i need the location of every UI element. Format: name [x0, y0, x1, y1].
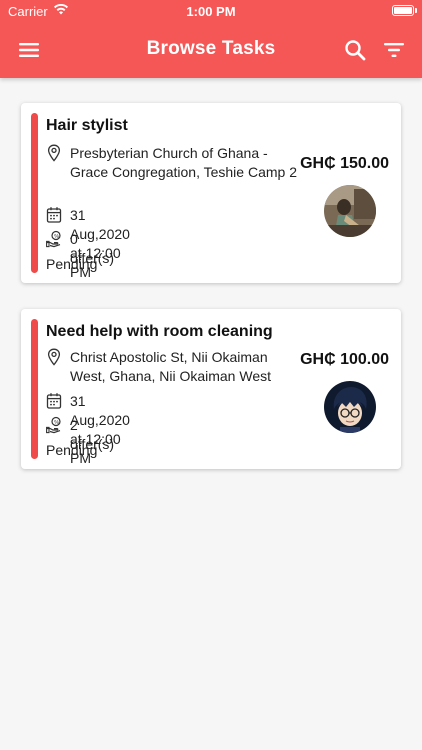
hand-coin-icon: %: [46, 230, 61, 248]
task-price: GH₵ 100.00: [300, 351, 389, 368]
status-bar: Carrier 1:00 PM: [0, 0, 422, 22]
hand-coin-icon: %: [46, 416, 61, 434]
avatar: [324, 381, 376, 433]
status-accent-bar: [31, 113, 38, 273]
avatar: [324, 185, 376, 237]
location-pin-icon: [47, 144, 61, 162]
task-price: GH₵ 150.00: [300, 155, 389, 172]
status-time: 1:00 PM: [186, 4, 236, 19]
task-address: Presbyterian Church of Ghana - Grace Con…: [70, 145, 297, 180]
task-title: Hair stylist: [46, 117, 128, 134]
calendar-icon: [46, 207, 62, 223]
navigation-bar: Browse Tasks: [0, 22, 422, 78]
battery-tip: [415, 8, 417, 13]
app-header: Carrier 1:00 PM Browse Tasks: [0, 0, 422, 78]
task-title: Need help with room cleaning: [46, 323, 273, 340]
filter-icon[interactable]: [381, 37, 407, 63]
battery-icon: [392, 5, 414, 16]
location-pin-icon: [47, 348, 61, 366]
status-accent-bar: [31, 319, 38, 459]
calendar-icon: [46, 393, 62, 409]
task-status: Pending: [46, 442, 98, 458]
task-card[interactable]: Need help with room cleaning Christ Apos…: [21, 309, 401, 469]
svg-text:%: %: [54, 234, 59, 240]
task-card[interactable]: Hair stylist Presbyterian Church of Ghan…: [21, 103, 401, 283]
task-address: Christ Apostolic St, Nii Okaiman West, G…: [70, 349, 271, 384]
svg-text:%: %: [54, 420, 59, 426]
task-status: Pending: [46, 256, 98, 272]
search-icon[interactable]: [342, 37, 368, 63]
